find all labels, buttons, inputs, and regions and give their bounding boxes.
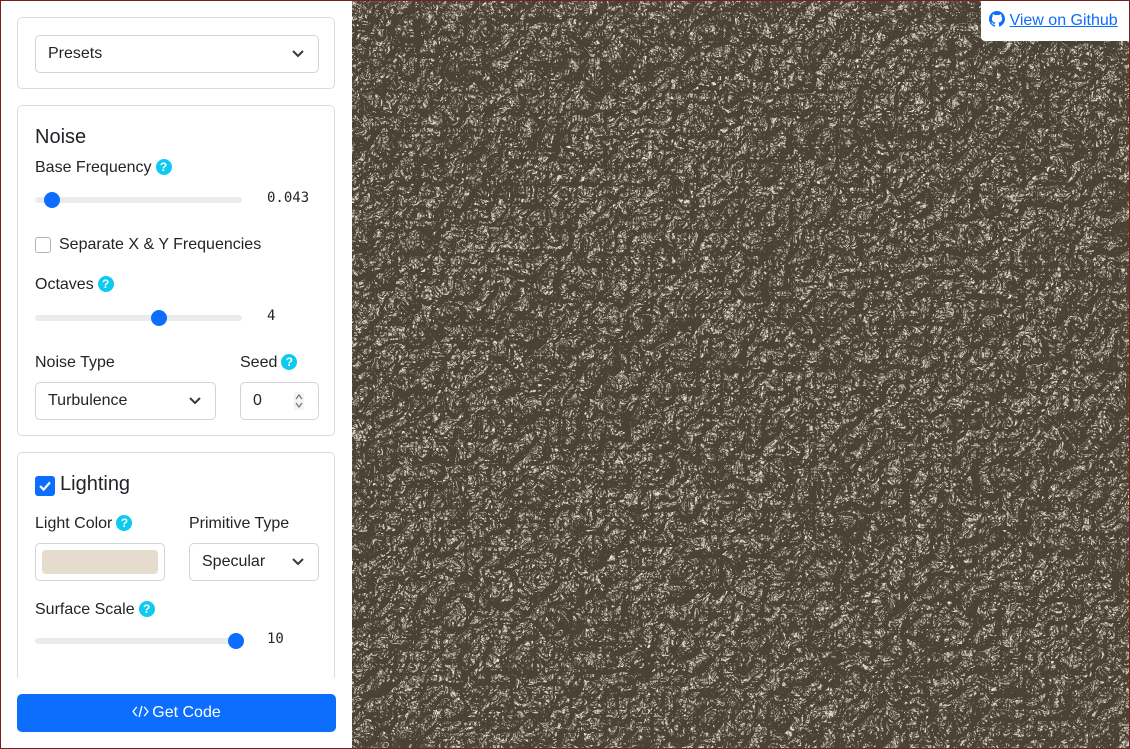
chevron-down-icon: [189, 397, 201, 405]
noise-heading: Noise: [35, 126, 87, 148]
separate-xy-checkbox[interactable]: [35, 237, 51, 253]
noise-type-value: Turbulence: [48, 392, 128, 409]
surface-scale-label: Surface Scale?: [35, 601, 155, 619]
primitive-type-label: Primitive Type: [189, 515, 290, 532]
noise-texture-image: [352, 1, 1129, 748]
surface-scale-text: Surface Scale: [35, 601, 135, 618]
check-icon: [39, 481, 51, 492]
slider-thumb[interactable]: [43, 192, 60, 208]
noise-type-select[interactable]: Turbulence: [35, 382, 216, 420]
chevron-down-icon: [292, 50, 304, 58]
presets-card: Presets: [17, 17, 335, 89]
github-icon: [989, 11, 1005, 27]
octaves-text: Octaves: [35, 276, 94, 293]
seed-label: Seed?: [240, 354, 298, 372]
base-frequency-value: 0.043: [267, 190, 310, 206]
presets-select[interactable]: Presets: [35, 35, 319, 73]
get-code-label: Get Code: [152, 704, 221, 721]
help-icon[interactable]: ?: [97, 276, 114, 292]
code-icon: [132, 705, 150, 718]
lighting-heading: Lighting: [60, 473, 131, 495]
octaves-label: Octaves?: [35, 276, 114, 294]
github-link-panel: View on Github: [981, 1, 1129, 41]
octaves-slider[interactable]: [35, 310, 242, 326]
light-color-text: Light Color: [35, 515, 113, 532]
separate-xy-label: Separate X & Y Frequencies: [59, 236, 262, 253]
octaves-value: 4: [267, 308, 276, 324]
surface-scale-slider[interactable]: [35, 633, 244, 649]
slider-thumb[interactable]: [151, 310, 168, 326]
help-icon[interactable]: ?: [155, 159, 172, 175]
view-on-github-link[interactable]: View on Github: [1009, 12, 1117, 29]
lighting-checkbox[interactable]: [35, 476, 55, 496]
chevron-down-icon: [292, 558, 304, 566]
settings-sidebar: Presets Noise Base Frequency? 0.043 Sepa…: [1, 1, 352, 748]
spinner-icon[interactable]: [294, 392, 304, 410]
help-icon[interactable]: ?: [116, 515, 133, 531]
seed-text: Seed: [240, 354, 278, 371]
help-icon[interactable]: ?: [138, 601, 155, 617]
noise-card: Noise Base Frequency? 0.043 Separate X &…: [17, 105, 335, 436]
base-frequency-slider[interactable]: [35, 192, 242, 208]
primitive-type-value: Specular: [202, 553, 266, 570]
get-code-button[interactable]: Get Code: [17, 694, 336, 732]
texture-preview-canvas: View on Github: [352, 1, 1129, 748]
seed-value: 0: [253, 392, 262, 409]
seed-input[interactable]: 0: [240, 382, 319, 420]
base-frequency-label: Base Frequency?: [35, 159, 172, 177]
light-color-swatch: [42, 550, 158, 574]
presets-select-label: Presets: [48, 45, 103, 62]
base-frequency-text: Base Frequency: [35, 159, 152, 176]
slider-thumb[interactable]: [227, 633, 244, 649]
primitive-type-select[interactable]: Specular: [189, 543, 319, 581]
help-icon[interactable]: ?: [281, 354, 298, 370]
surface-scale-value: 10: [267, 631, 284, 647]
light-color-label: Light Color?: [35, 515, 133, 533]
light-color-picker[interactable]: [35, 543, 165, 581]
noise-type-label: Noise Type: [35, 354, 115, 371]
